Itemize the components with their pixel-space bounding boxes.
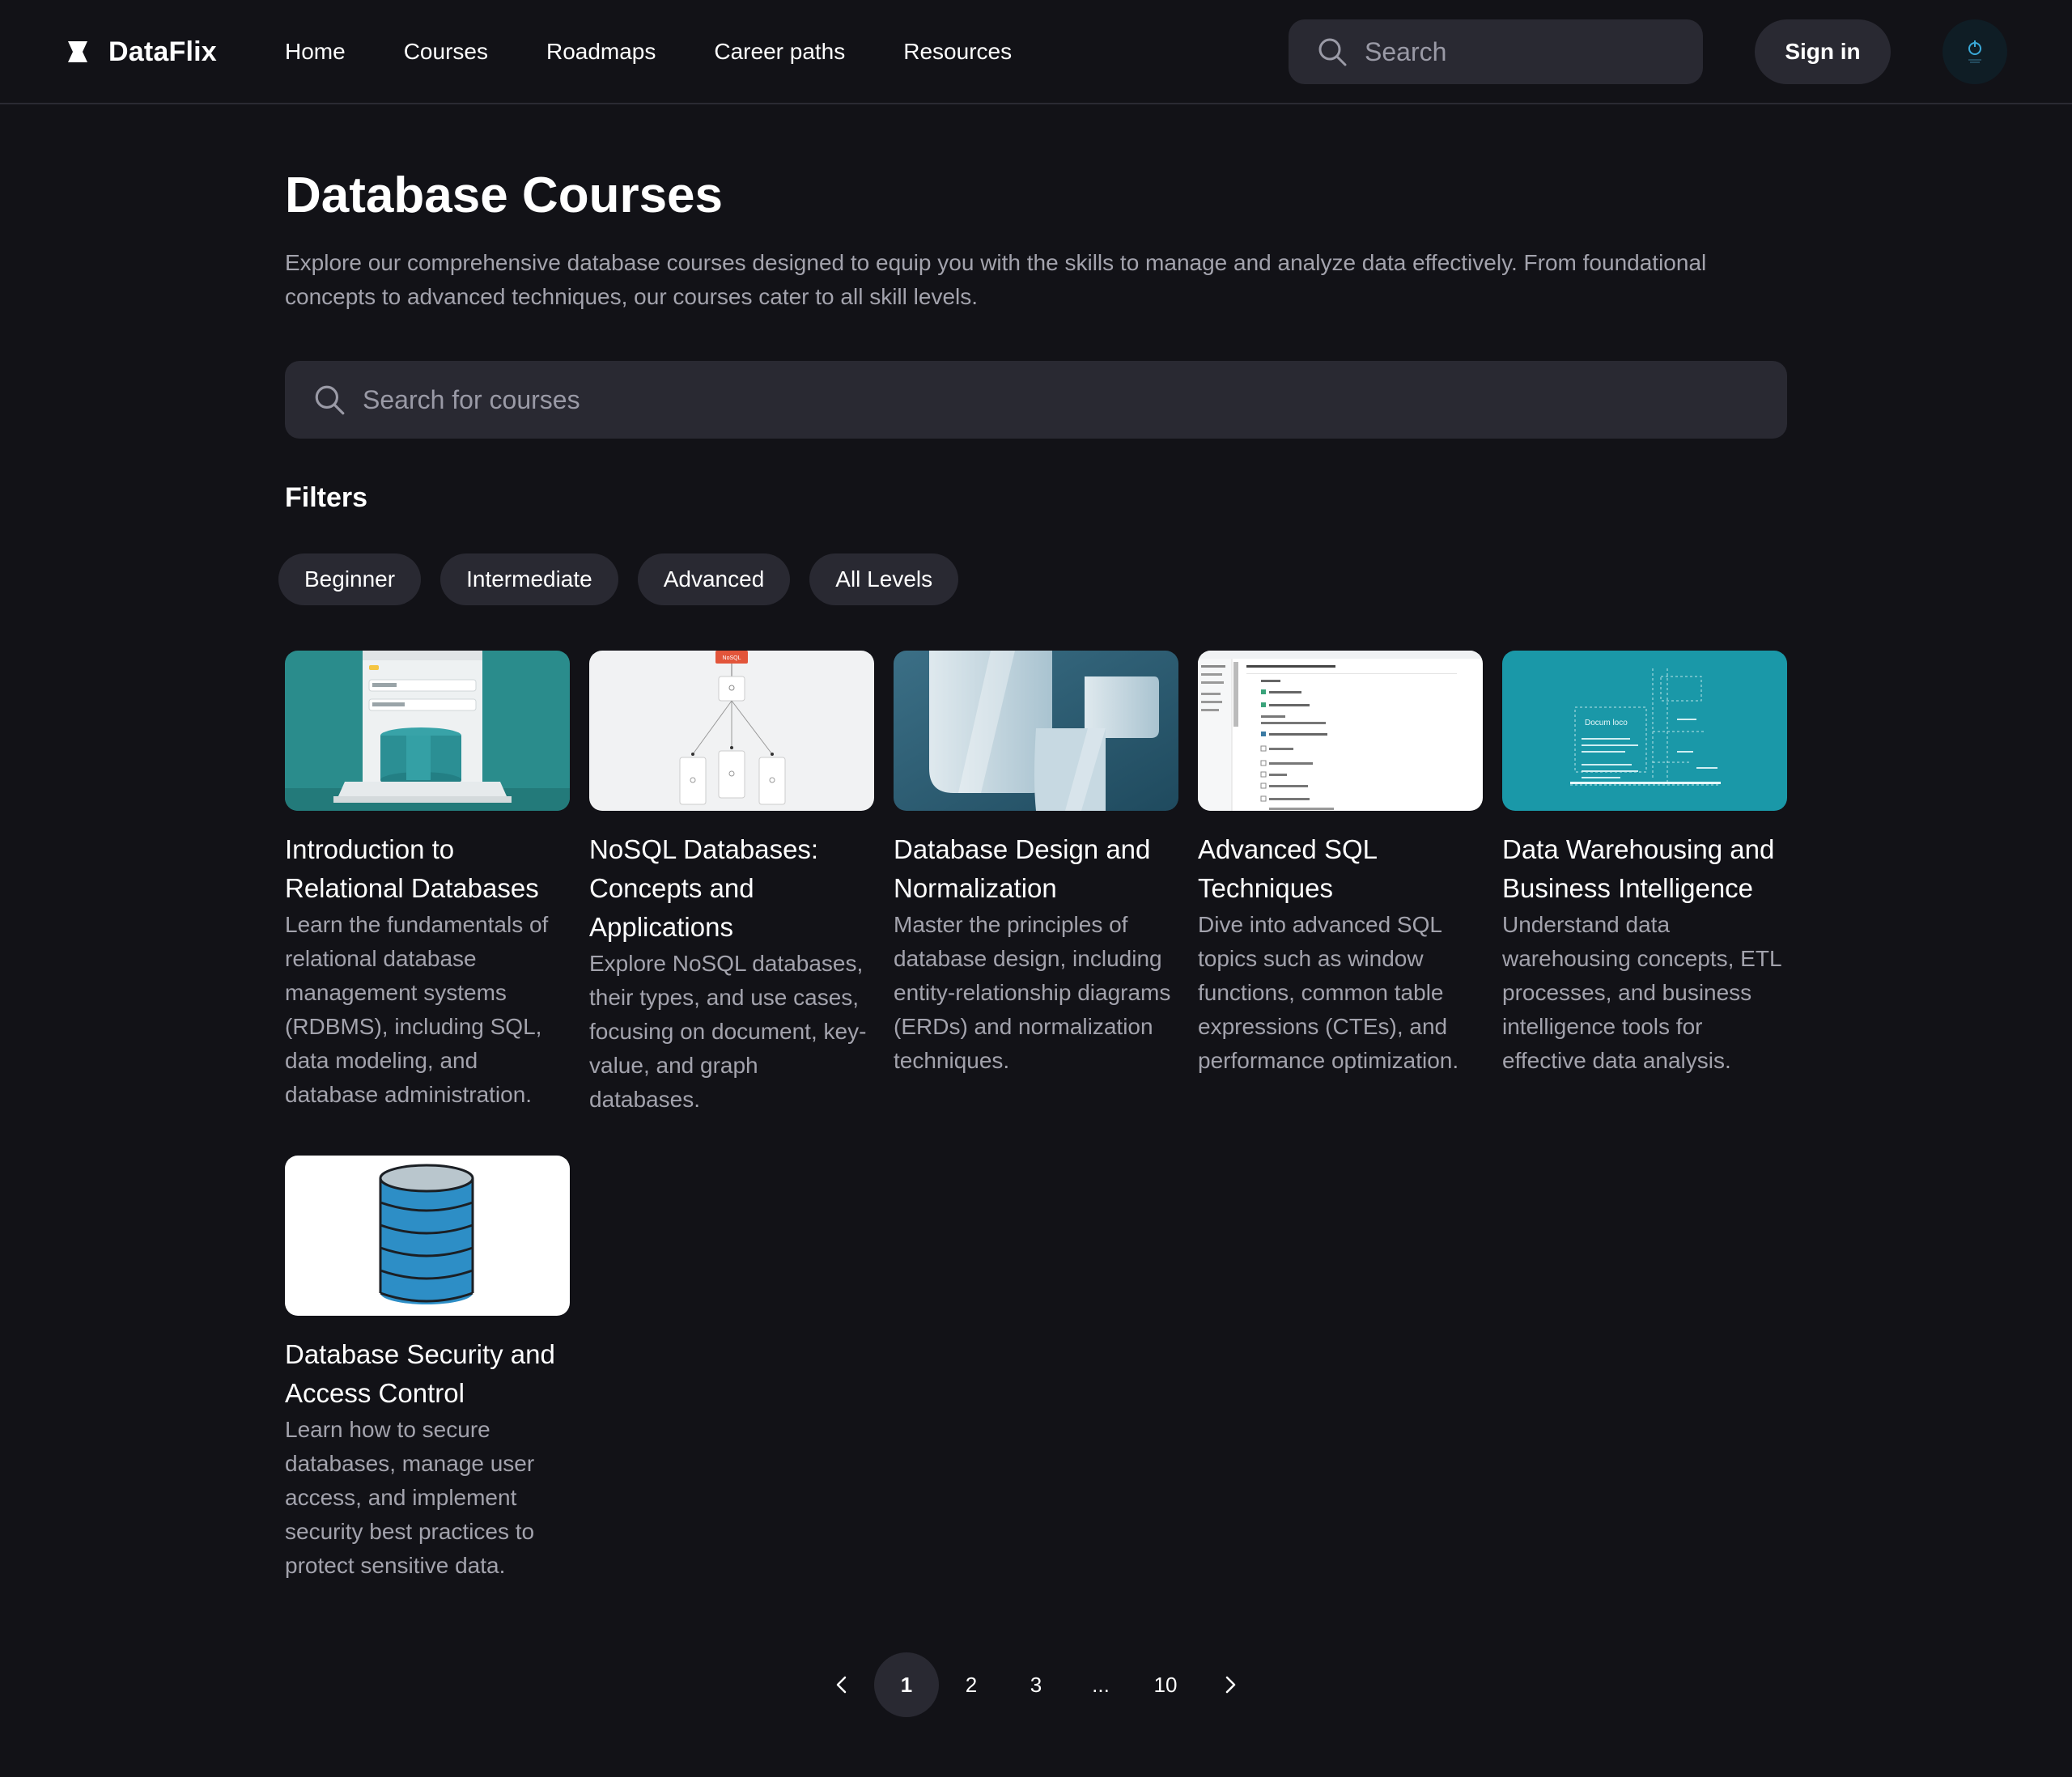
course-thumbnail[interactable] (285, 651, 570, 811)
course-title[interactable]: Advanced SQL Techniques (1198, 830, 1483, 908)
nav-home[interactable]: Home (285, 39, 346, 65)
course-thumbnail[interactable] (894, 651, 1178, 811)
top-navbar: DataFlix Home Courses Roadmaps Career pa… (0, 0, 2072, 104)
brand-logo[interactable]: DataFlix (65, 29, 217, 74)
filter-all-levels[interactable]: All Levels (809, 553, 959, 605)
chevron-left-icon (836, 1676, 847, 1694)
course-description: Explore NoSQL databases, their types, an… (589, 951, 867, 1112)
course-description: Learn the fundamentals of relational dat… (285, 912, 549, 1107)
filter-chips: Beginner Intermediate Advanced All Level… (278, 553, 959, 605)
page-1-button[interactable]: 1 (874, 1652, 939, 1717)
next-page-button[interactable] (1198, 1652, 1263, 1717)
sign-in-button[interactable]: Sign in (1755, 19, 1891, 84)
course-description: Understand data warehousing concepts, ET… (1502, 912, 1781, 1073)
pagination: 1 2 3 ... 10 (809, 1652, 1263, 1717)
database-icon (285, 1156, 570, 1316)
avatar[interactable] (1942, 19, 2007, 84)
nav-courses[interactable]: Courses (404, 39, 488, 65)
main-nav: Home Courses Roadmaps Career paths Resou… (285, 31, 1012, 73)
user-avatar-icon (1968, 40, 1981, 63)
nav-resources[interactable]: Resources (903, 39, 1012, 65)
course-description: Learn how to secure databases, manage us… (285, 1417, 535, 1578)
course-thumbnail[interactable] (1198, 651, 1483, 811)
header-search-input[interactable] (1365, 36, 1688, 67)
nav-career-paths[interactable]: Career paths (714, 39, 845, 65)
course-thumbnail[interactable]: NoSQL (589, 651, 874, 811)
course-card[interactable]: Database Security and Access Control Lea… (285, 1156, 570, 1583)
prev-page-button[interactable] (809, 1652, 874, 1717)
course-card[interactable]: Database Design and Normalization Master… (894, 651, 1178, 1078)
page-3-button[interactable]: 3 (1004, 1652, 1068, 1717)
page-10-button[interactable]: 10 (1133, 1652, 1198, 1717)
course-card[interactable]: NoSQL NoSQL Databases: Concepts and Appl… (589, 651, 874, 1117)
course-search[interactable] (285, 361, 1787, 439)
filters-heading: Filters (285, 482, 368, 513)
course-title[interactable]: Data Warehousing and Business Intelligen… (1502, 830, 1787, 908)
course-thumbnail[interactable] (285, 1156, 570, 1316)
course-search-input[interactable] (363, 384, 1739, 415)
filter-intermediate[interactable]: Intermediate (440, 553, 618, 605)
page-title: Database Courses (285, 168, 724, 223)
nosql-tag: NoSQL (723, 655, 741, 661)
nav-roadmaps[interactable]: Roadmaps (546, 39, 656, 65)
course-title[interactable]: Introduction to Relational Databases (285, 830, 570, 908)
search-icon (1318, 38, 1347, 66)
data-warehouse-illustration: Docum loco (1502, 651, 1787, 811)
search-icon (315, 385, 345, 415)
relational-db-illustration (285, 651, 570, 811)
course-title[interactable]: NoSQL Databases: Concepts and Applicatio… (589, 830, 874, 947)
course-card[interactable]: Introduction to Relational Databases Lea… (285, 651, 570, 1112)
logo-icon (68, 41, 87, 62)
course-title[interactable]: Database Design and Normalization (894, 830, 1178, 908)
warehouse-label: Docum loco (1585, 719, 1628, 727)
course-description: Dive into advanced SQL topics such as wi… (1198, 912, 1459, 1073)
brand-name: DataFlix (108, 36, 217, 67)
page-description: Explore our comprehensive database cours… (285, 250, 1707, 309)
filter-advanced[interactable]: Advanced (637, 553, 791, 605)
page-ellipsis: ... (1092, 1672, 1110, 1697)
course-card[interactable]: Advanced SQL Techniques Dive into advanc… (1198, 651, 1483, 1078)
filter-beginner[interactable]: Beginner (278, 553, 422, 605)
nosql-illustration: NoSQL (589, 651, 874, 811)
course-title[interactable]: Database Security and Access Control (285, 1335, 570, 1413)
database-design-illustration (894, 651, 1178, 811)
page-2-button[interactable]: 2 (939, 1652, 1004, 1717)
course-thumbnail[interactable]: Docum loco (1502, 651, 1787, 811)
course-card[interactable]: Docum loco Data Warehousing and Business… (1502, 651, 1787, 1078)
chevron-right-icon (1225, 1676, 1236, 1694)
header-search[interactable] (1289, 19, 1703, 84)
course-description: Master the principles of database design… (894, 912, 1171, 1073)
advanced-sql-illustration (1198, 651, 1483, 811)
